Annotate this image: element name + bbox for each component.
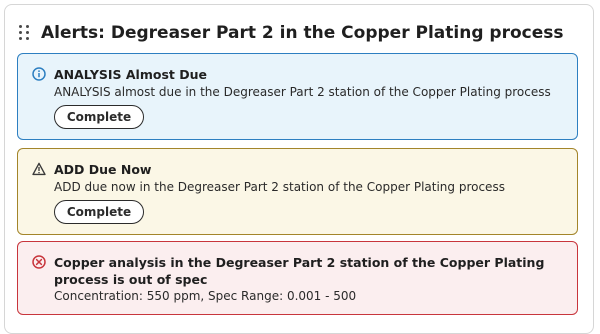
alert-add-due-now: ADD Due Now ADD due now in the Degreaser…	[17, 148, 578, 235]
alert-title: Copper analysis in the Degreaser Part 2 …	[54, 255, 545, 287]
complete-button[interactable]: Complete	[54, 200, 144, 224]
alert-message: ADD due now in the Degreaser Part 2 stat…	[54, 180, 505, 194]
complete-button[interactable]: Complete	[54, 105, 144, 129]
alert-title: ADD Due Now	[54, 162, 152, 177]
alert-copper-out-of-spec: Copper analysis in the Degreaser Part 2 …	[17, 241, 578, 315]
error-x-circle-icon	[32, 255, 46, 269]
panel-title: Alerts: Degreaser Part 2 in the Copper P…	[41, 23, 564, 43]
alert-title: ANALYSIS Almost Due	[54, 67, 207, 82]
warning-triangle-icon	[32, 162, 46, 176]
info-circle-icon	[32, 67, 46, 81]
alert-message: Concentration: 550 ppm, Spec Range: 0.00…	[54, 289, 357, 303]
alert-message: ANALYSIS almost due in the Degreaser Par…	[54, 85, 551, 99]
panel-header: Alerts: Degreaser Part 2 in the Copper P…	[19, 19, 563, 47]
alert-analysis-almost-due: ANALYSIS Almost Due ANALYSIS almost due …	[17, 53, 578, 140]
drag-handle-icon[interactable]	[19, 25, 31, 41]
